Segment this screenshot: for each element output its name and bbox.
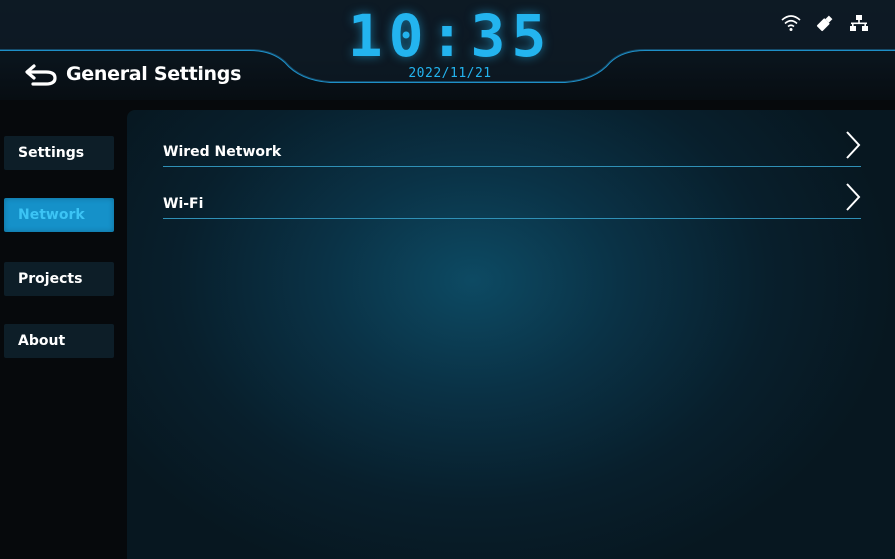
sidebar-item-settings[interactable]: Settings [4, 136, 114, 170]
wifi-icon [781, 14, 801, 32]
status-icons [781, 14, 869, 32]
sidebar-item-projects[interactable]: Projects [4, 262, 114, 296]
clock-date: 2022/11/21 [408, 66, 492, 81]
top-bar: General Settings 10:35 2022/11/21 [0, 0, 895, 100]
usb-drive-icon [815, 14, 835, 32]
back-button[interactable]: General Settings [24, 58, 241, 90]
chevron-right-icon [845, 182, 861, 216]
network-icon [849, 14, 869, 32]
row-label: Wired Network [163, 144, 282, 160]
back-arrow-icon [24, 62, 58, 86]
sidebar-item-network[interactable]: Network [4, 198, 114, 232]
sidebar-item-about[interactable]: About [4, 324, 114, 358]
row-label: Wi-Fi [163, 196, 204, 212]
page-title: General Settings [66, 63, 242, 85]
wifi-row[interactable]: Wi-Fi [163, 174, 861, 219]
wired-network-row[interactable]: Wired Network [163, 122, 861, 167]
chevron-right-icon [845, 130, 861, 164]
content-panel: Wired Network Wi-Fi [127, 110, 895, 559]
clock-time: 10:35 [347, 2, 553, 70]
